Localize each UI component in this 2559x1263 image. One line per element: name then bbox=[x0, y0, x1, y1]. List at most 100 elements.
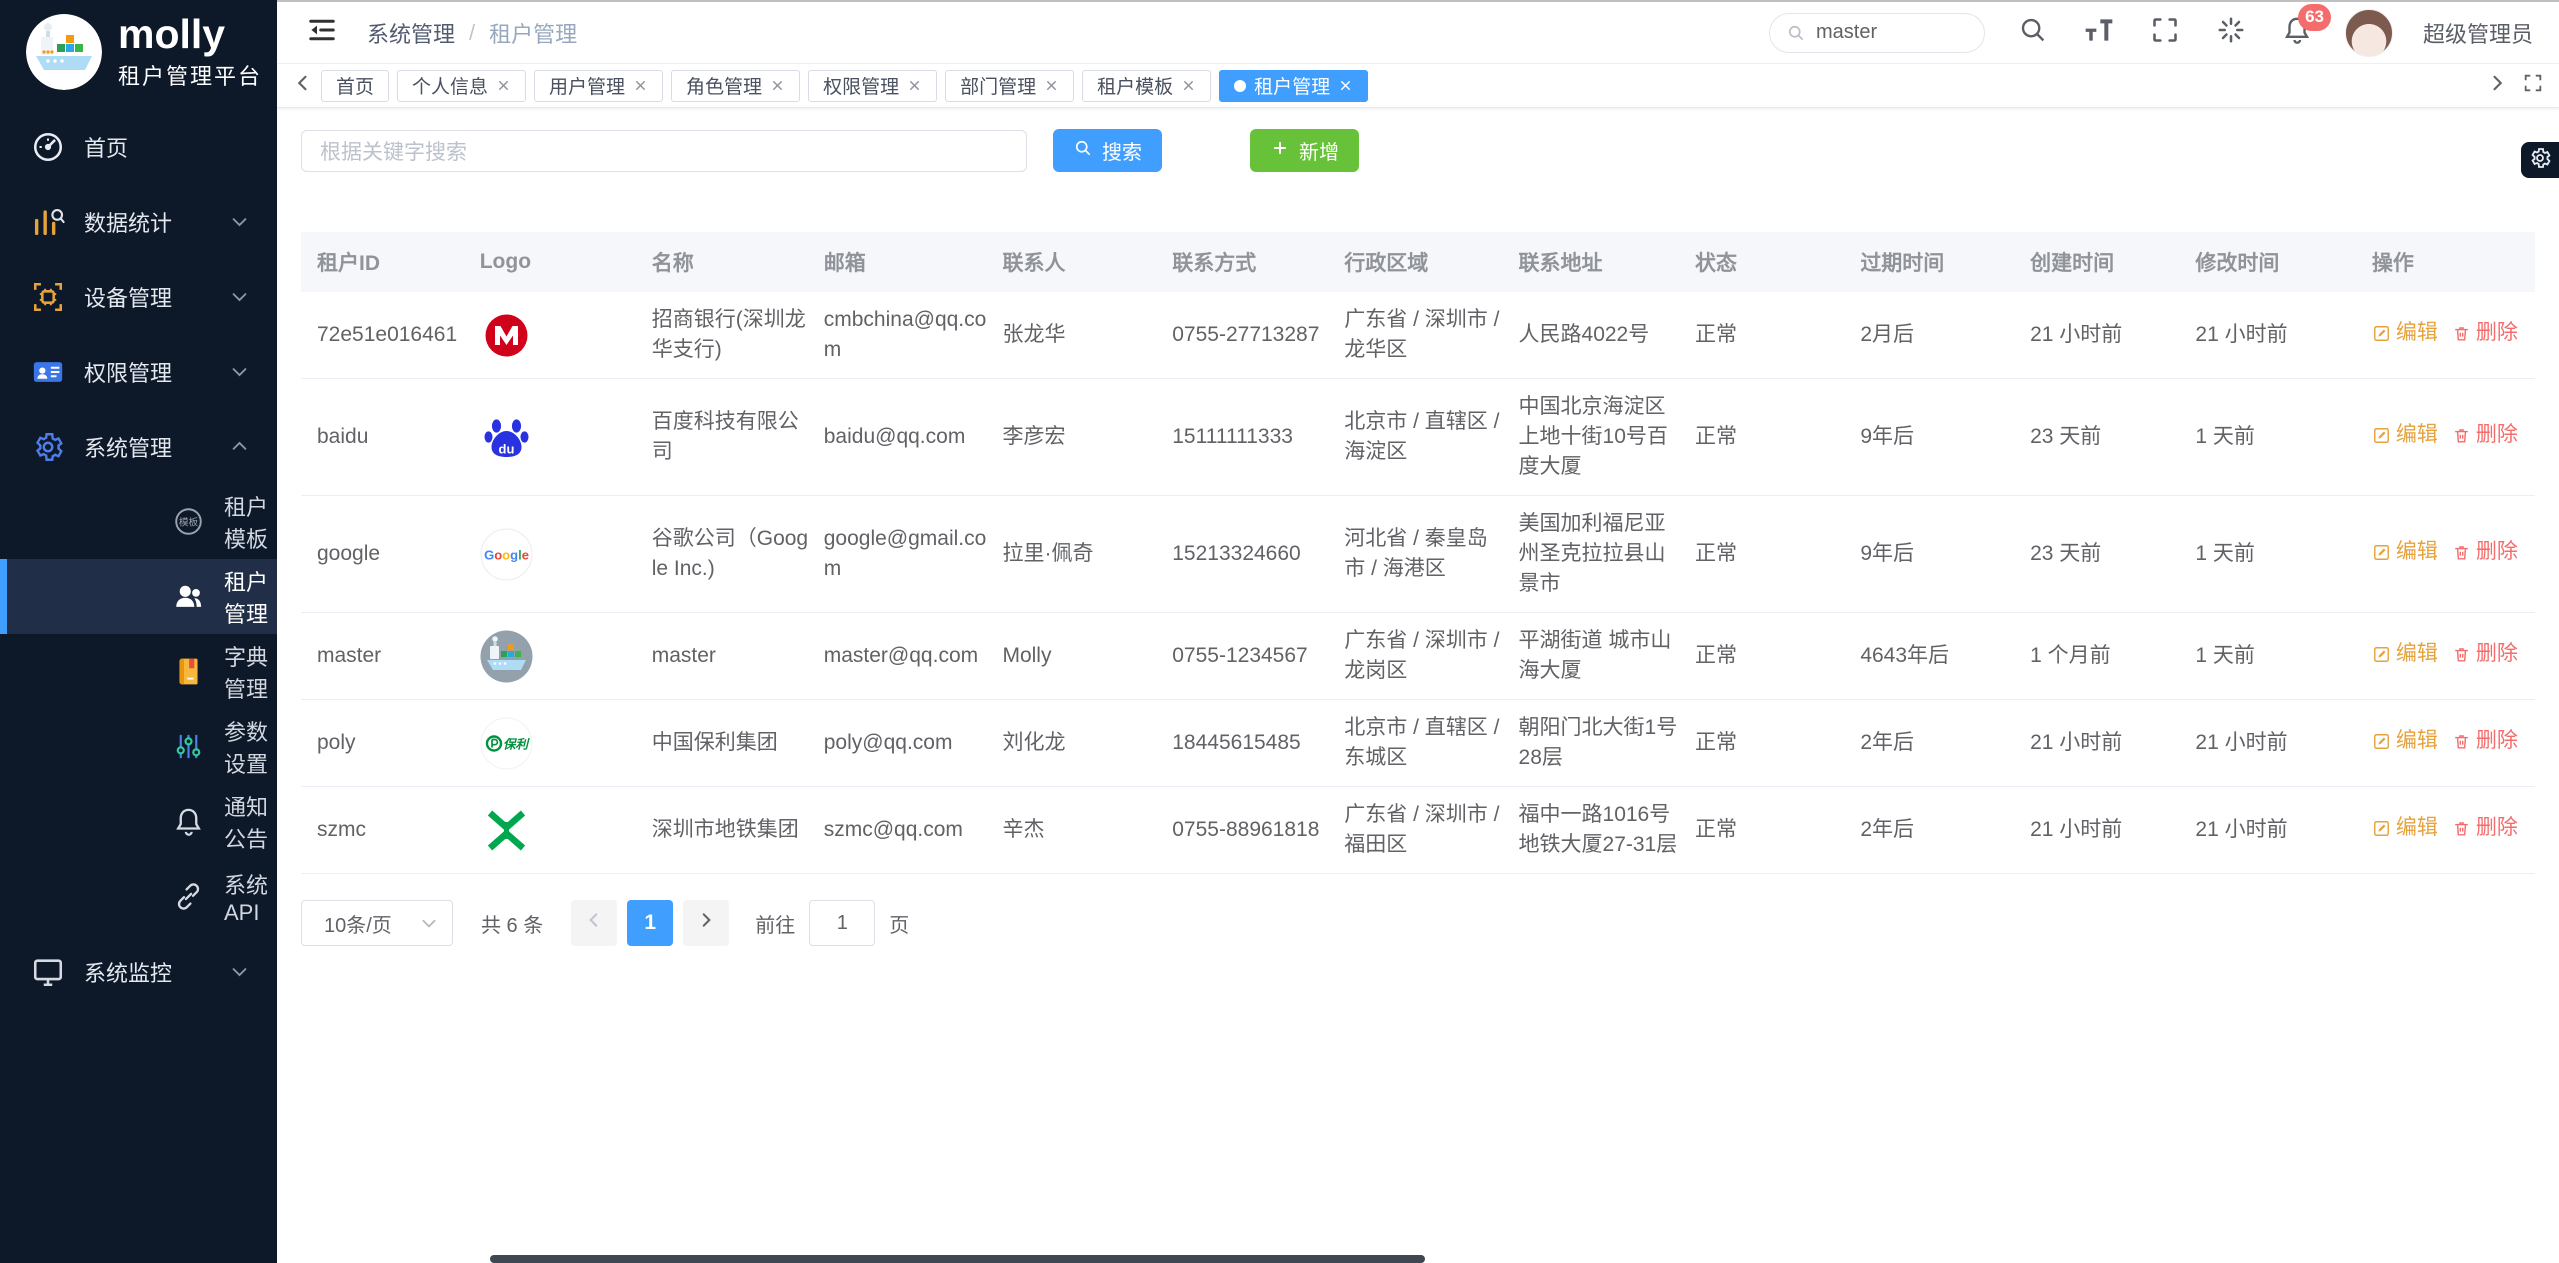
page-size-select[interactable]: 10条/页 bbox=[301, 900, 453, 946]
address-cell: 美国加利福尼亚州圣克拉拉县山景市 bbox=[1519, 496, 1695, 613]
svg-text:du: du bbox=[498, 441, 514, 456]
tab-close-icon[interactable] bbox=[1181, 78, 1196, 93]
refresh-button[interactable] bbox=[2213, 15, 2249, 51]
tab-部门管理[interactable]: 部门管理 bbox=[945, 70, 1074, 102]
tab-租户模板[interactable]: 租户模板 bbox=[1082, 70, 1211, 102]
status-cell: 正常 bbox=[1695, 496, 1860, 613]
pagination-page-1[interactable]: 1 bbox=[627, 900, 673, 946]
breadcrumb-item-parent[interactable]: 系统管理 bbox=[367, 17, 455, 49]
pagination-prev-button[interactable] bbox=[571, 900, 617, 946]
edit-link[interactable]: 编辑 bbox=[2372, 318, 2438, 348]
sidebar-item-label: 设备管理 bbox=[84, 281, 172, 313]
tab-角色管理[interactable]: 角色管理 bbox=[671, 70, 800, 102]
edit-icon bbox=[2372, 645, 2391, 664]
sidebar-item-home[interactable]: 首页 bbox=[0, 109, 277, 184]
tenant-id-cell: master bbox=[301, 613, 480, 700]
toolbar: 根据关键字搜索 搜索 新增 bbox=[301, 129, 2535, 172]
edit-link[interactable]: 编辑 bbox=[2372, 639, 2438, 669]
delete-link[interactable]: 删除 bbox=[2452, 813, 2518, 843]
edit-icon bbox=[2372, 732, 2391, 751]
svg-text:Google: Google bbox=[484, 547, 529, 562]
sidebar-item-system-monitor[interactable]: 系统监控 bbox=[0, 934, 277, 1009]
tab-close-icon[interactable] bbox=[633, 78, 648, 93]
edit-link[interactable]: 编辑 bbox=[2372, 726, 2438, 756]
operations-cell: 编辑删除 bbox=[2372, 613, 2535, 700]
user-name[interactable]: 超级管理员 bbox=[2423, 17, 2533, 49]
edit-link[interactable]: 编辑 bbox=[2372, 420, 2438, 450]
tab-close-icon[interactable] bbox=[496, 78, 511, 93]
contact-cell: 拉里·佩奇 bbox=[1002, 496, 1172, 613]
table-row-baidu: baidudu百度科技有限公司baidu@qq.com李彦宏1511111133… bbox=[301, 379, 2535, 496]
tab-租户管理[interactable]: 租户管理 bbox=[1219, 70, 1368, 102]
status-cell: 正常 bbox=[1695, 379, 1860, 496]
tab-用户管理[interactable]: 用户管理 bbox=[534, 70, 663, 102]
sidebar-item-tenant-template[interactable]: 模板租户模板 bbox=[0, 484, 277, 559]
sidebar-item-data-stats[interactable]: 数据统计 bbox=[0, 184, 277, 259]
logo-cell bbox=[480, 292, 652, 379]
tab-label: 首页 bbox=[336, 72, 374, 99]
tabs-scroll-left-button[interactable] bbox=[285, 64, 321, 107]
operations-cell: 编辑删除 bbox=[2372, 292, 2535, 379]
tenant-id-cell: baidu bbox=[301, 379, 480, 496]
edit-icon bbox=[2372, 543, 2391, 562]
header-search-input[interactable]: master bbox=[1769, 13, 1985, 53]
tabs-fullscreen-button[interactable] bbox=[2515, 64, 2551, 107]
search-button[interactable]: 搜索 bbox=[1053, 129, 1162, 172]
sidebar-collapse-button[interactable] bbox=[303, 14, 341, 52]
tab-权限管理[interactable]: 权限管理 bbox=[808, 70, 937, 102]
chevron-left-icon bbox=[585, 911, 603, 935]
tab-close-icon[interactable] bbox=[770, 78, 785, 93]
tenant-logo-poly: 保利 bbox=[480, 717, 533, 770]
horizontal-scrollbar[interactable] bbox=[490, 1255, 1425, 1263]
sidebar-item-system-management[interactable]: 系统管理 bbox=[0, 409, 277, 484]
plus-icon bbox=[1270, 138, 1290, 164]
add-button[interactable]: 新增 bbox=[1250, 129, 1359, 172]
tab-个人信息[interactable]: 个人信息 bbox=[397, 70, 526, 102]
column-header-4: 邮箱 bbox=[824, 232, 1003, 292]
pagination: 10条/页 共 6 条 1 前往 1 页 bbox=[301, 900, 2535, 946]
avatar[interactable] bbox=[2345, 9, 2393, 57]
search-icon bbox=[2018, 15, 2048, 50]
tabs-scroll-right-button[interactable] bbox=[2479, 64, 2515, 107]
pagination-next-button[interactable] bbox=[683, 900, 729, 946]
svg-text:模板: 模板 bbox=[178, 515, 198, 528]
search-menu-button[interactable] bbox=[2015, 15, 2051, 51]
keyword-search-input[interactable]: 根据关键字搜索 bbox=[301, 130, 1027, 172]
delete-link[interactable]: 删除 bbox=[2452, 639, 2518, 669]
status-cell: 正常 bbox=[1695, 613, 1860, 700]
settings-panel-button[interactable] bbox=[2521, 142, 2559, 178]
delete-link[interactable]: 删除 bbox=[2452, 318, 2518, 348]
menu-fold-icon bbox=[307, 15, 337, 50]
created-cell: 21 小时前 bbox=[2030, 700, 2195, 787]
link-icon bbox=[170, 879, 206, 915]
sidebar-item-permission-management[interactable]: 权限管理 bbox=[0, 334, 277, 409]
tab-首页[interactable]: 首页 bbox=[321, 70, 389, 102]
sidebar-item-tenant-management[interactable]: 租户管理 bbox=[0, 559, 277, 634]
pagination-goto-input[interactable]: 1 bbox=[809, 900, 875, 946]
sidebar-item-device-management[interactable]: 设备管理 bbox=[0, 259, 277, 334]
fullscreen-button[interactable] bbox=[2147, 15, 2183, 51]
name-cell: 招商银行(深圳龙华支行) bbox=[652, 292, 824, 379]
phone-cell: 0755-88961818 bbox=[1172, 787, 1344, 874]
chevron-down-icon bbox=[420, 914, 438, 932]
font-size-button[interactable] bbox=[2081, 15, 2117, 51]
delete-link[interactable]: 删除 bbox=[2452, 420, 2518, 450]
sidebar-item-parameter-settings[interactable]: 参数设置 bbox=[0, 709, 277, 784]
breadcrumb-separator: / bbox=[469, 20, 475, 46]
sidebar-item-label: 参数设置 bbox=[224, 715, 277, 779]
tab-close-icon[interactable] bbox=[1338, 78, 1353, 93]
sidebar-item-system-api[interactable]: 系统API bbox=[0, 859, 277, 934]
notification-button[interactable]: 63 bbox=[2279, 15, 2315, 51]
edit-link[interactable]: 编辑 bbox=[2372, 537, 2438, 567]
tab-close-icon[interactable] bbox=[907, 78, 922, 93]
email-cell: cmbchina@qq.com bbox=[824, 292, 1003, 379]
delete-link[interactable]: 删除 bbox=[2452, 726, 2518, 756]
sidebar-item-notice[interactable]: 通知公告 bbox=[0, 784, 277, 859]
tab-close-icon[interactable] bbox=[1044, 78, 1059, 93]
sidebar-item-dictionary-management[interactable]: 字典管理 bbox=[0, 634, 277, 709]
edit-link[interactable]: 编辑 bbox=[2372, 813, 2438, 843]
status-cell: 正常 bbox=[1695, 787, 1860, 874]
header-search-value: master bbox=[1816, 21, 1877, 44]
delete-link[interactable]: 删除 bbox=[2452, 537, 2518, 567]
breadcrumb-item-current: 租户管理 bbox=[489, 17, 577, 49]
